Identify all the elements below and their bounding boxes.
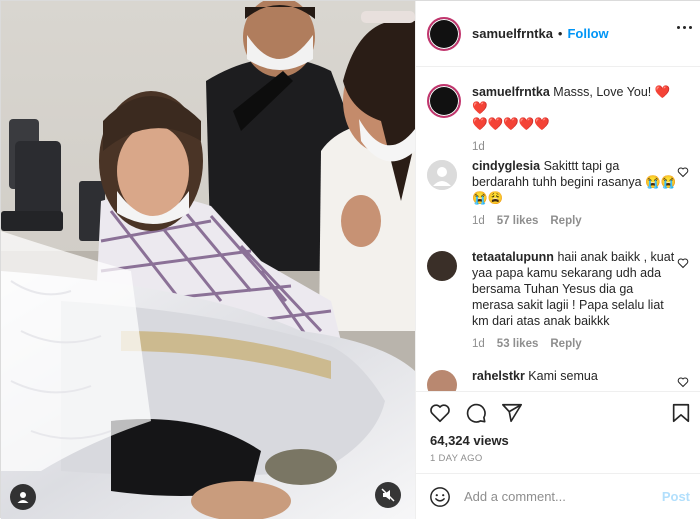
caption-hearts: ❤️❤️❤️❤️❤️ bbox=[472, 117, 550, 131]
bookmark-icon[interactable] bbox=[670, 402, 692, 424]
comment-likes[interactable]: 57 likes bbox=[497, 215, 539, 227]
user-tag-icon bbox=[17, 492, 29, 503]
follow-button[interactable]: Follow bbox=[567, 26, 608, 41]
reply-button[interactable]: Reply bbox=[550, 215, 581, 227]
heart-icon[interactable] bbox=[677, 166, 689, 178]
commenter-avatar[interactable] bbox=[427, 160, 457, 190]
comment-age: 1d bbox=[472, 338, 485, 350]
caption-meta: 1d bbox=[472, 141, 689, 153]
commenter-avatar[interactable] bbox=[427, 370, 457, 391]
comment-username[interactable]: tetaatalupunn bbox=[472, 250, 554, 264]
post-side-panel: samuelfrntka • Follow samuelfrntka Masss… bbox=[415, 1, 700, 519]
caption-username[interactable]: samuelfrntka bbox=[472, 85, 550, 99]
comment-meta: 1d 53 likes Reply bbox=[472, 338, 689, 350]
comment-likes[interactable]: 53 likes bbox=[497, 338, 539, 350]
post-video[interactable] bbox=[1, 1, 415, 519]
post-date: 1 DAY AGO bbox=[430, 453, 483, 464]
commenter-avatar[interactable] bbox=[427, 251, 457, 281]
comment-body: rahelstkr Kami semua bbox=[472, 368, 678, 384]
comment-composer: Add a comment... Post bbox=[416, 473, 700, 519]
caption-body: samuelfrntka Masss, Love You! ❤️❤️ ❤️❤️❤… bbox=[472, 84, 678, 132]
comment-icon[interactable] bbox=[465, 402, 487, 424]
comment-item: tetaatalupunn haii anak baikk , kuat yaa… bbox=[427, 249, 689, 350]
comment-body: cindyglesia Sakittt tapi ga berdarahh tu… bbox=[472, 158, 678, 206]
comment-input[interactable]: Add a comment... bbox=[464, 489, 662, 504]
caption-age: 1d bbox=[472, 141, 485, 153]
comment-meta: 1d 57 likes Reply bbox=[472, 215, 689, 227]
like-heart-icon[interactable] bbox=[429, 402, 451, 424]
video-frame bbox=[1, 1, 415, 519]
caption-avatar[interactable] bbox=[427, 84, 461, 118]
mute-button[interactable] bbox=[375, 482, 401, 508]
user-tag-button[interactable] bbox=[10, 484, 36, 510]
reply-button[interactable]: Reply bbox=[550, 338, 581, 350]
action-icons bbox=[429, 402, 523, 424]
more-options-icon[interactable] bbox=[677, 26, 692, 29]
comment-body: tetaatalupunn haii anak baikk , kuat yaa… bbox=[472, 249, 678, 329]
separator-dot: • bbox=[557, 26, 563, 41]
comment-text: Kami semua bbox=[528, 369, 598, 383]
comment-username[interactable]: cindyglesia bbox=[472, 159, 540, 173]
comment-username[interactable]: rahelstkr bbox=[472, 369, 525, 383]
heart-icon[interactable] bbox=[677, 257, 689, 269]
comment-item: cindyglesia Sakittt tapi ga berdarahh tu… bbox=[427, 158, 689, 227]
comment-item: rahelstkr Kami semua bbox=[427, 368, 689, 391]
emoji-icon[interactable] bbox=[429, 486, 451, 508]
post-header: samuelfrntka • Follow bbox=[416, 1, 700, 67]
share-icon[interactable] bbox=[501, 402, 523, 424]
mute-icon bbox=[381, 488, 395, 502]
post-actions: 64,324 views 1 DAY AGO bbox=[416, 391, 700, 473]
author-username[interactable]: samuelfrntka bbox=[472, 26, 553, 41]
comments-list[interactable]: samuelfrntka Masss, Love You! ❤️❤️ ❤️❤️❤… bbox=[416, 67, 700, 391]
default-avatar-icon bbox=[427, 160, 457, 190]
post-modal: samuelfrntka • Follow samuelfrntka Masss… bbox=[0, 0, 700, 519]
heart-icon[interactable] bbox=[677, 376, 689, 388]
comment-age: 1d bbox=[472, 215, 485, 227]
view-count[interactable]: 64,324 views bbox=[430, 433, 509, 448]
author-avatar[interactable] bbox=[427, 16, 461, 51]
caption: samuelfrntka Masss, Love You! ❤️❤️ ❤️❤️❤… bbox=[427, 84, 689, 153]
post-comment-button[interactable]: Post bbox=[662, 489, 690, 504]
